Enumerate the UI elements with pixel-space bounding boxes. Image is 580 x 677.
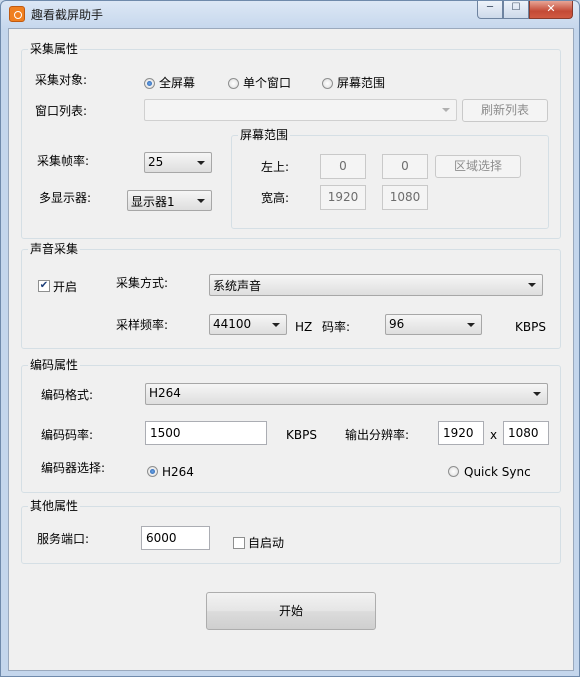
window-list-label: 窗口列表: — [35, 104, 88, 118]
chevron-down-icon — [467, 323, 475, 327]
range-y-field[interactable]: 0 — [382, 154, 428, 179]
autostart-label[interactable]: 自启动 — [248, 535, 284, 551]
output-width-input[interactable]: 1920 — [438, 421, 484, 445]
encode-bitrate-value: 1500 — [150, 426, 181, 440]
range-width-value: 1920 — [327, 190, 359, 204]
app-window: 趣看截屏助手 ─ ☐ ✕ 采集属性 采集对象: 全屏幕 单个窗口 屏幕范围 窗口… — [0, 0, 580, 677]
audio-bitrate-label: 码率: — [322, 320, 351, 334]
chevron-down-icon — [533, 392, 541, 396]
audio-bitrate-select[interactable]: 96 — [385, 314, 482, 335]
fps-label: 采集帧率: — [37, 154, 90, 168]
range-x-field[interactable]: 0 — [320, 154, 366, 179]
capture-target-label: 采集对象: — [35, 73, 88, 87]
encode-group-title: 编码属性 — [28, 358, 81, 372]
radio-encoder-h264-label[interactable]: H264 — [162, 464, 194, 480]
other-group: 其他属性 — [21, 499, 561, 564]
close-icon: ✕ — [546, 2, 556, 15]
region-select-button-label: 区域选择 — [453, 159, 502, 173]
radio-encoder-quicksync[interactable] — [448, 466, 459, 477]
size-label: 宽高: — [261, 191, 290, 205]
sample-rate-label: 采样频率: — [116, 318, 169, 332]
screen-range-group-title: 屏幕范围 — [238, 128, 291, 142]
output-height-input[interactable]: 1080 — [503, 421, 549, 445]
range-width-field[interactable]: 1920 — [320, 185, 366, 210]
encode-bitrate-unit: KBPS — [286, 428, 317, 442]
encode-bitrate-input[interactable]: 1500 — [145, 421, 267, 445]
service-port-value: 6000 — [146, 531, 177, 545]
chevron-down-icon — [442, 108, 450, 112]
sample-rate-unit: HZ — [295, 320, 313, 334]
autostart-checkbox[interactable] — [233, 537, 245, 549]
minimize-button[interactable]: ─ — [477, 1, 503, 19]
encoder-label: 编码器选择: — [41, 461, 106, 475]
audio-mode-value: 系统声音 — [213, 279, 262, 293]
app-icon — [9, 6, 25, 22]
title-bar[interactable]: 趣看截屏助手 ─ ☐ ✕ — [1, 1, 579, 27]
start-button[interactable]: 开始 — [206, 592, 376, 630]
output-height-value: 1080 — [508, 426, 539, 440]
audio-mode-label: 采集方式: — [116, 276, 169, 290]
sample-rate-value: 44100 — [213, 317, 252, 331]
range-height-field[interactable]: 1080 — [382, 185, 428, 210]
close-button[interactable]: ✕ — [529, 1, 573, 19]
maximize-button[interactable]: ☐ — [503, 1, 529, 19]
radio-single-window[interactable] — [228, 78, 239, 89]
chevron-down-icon — [528, 283, 536, 287]
fps-select[interactable]: 25 — [144, 152, 212, 173]
other-group-title: 其他属性 — [28, 499, 81, 513]
monitor-value: 显示器1 — [131, 195, 175, 209]
range-height-value: 1080 — [389, 190, 421, 204]
audio-bitrate-unit: KBPS — [515, 320, 546, 334]
screen-range-group: 屏幕范围 — [231, 128, 549, 229]
service-port-label: 服务端口: — [37, 532, 90, 546]
resolution-separator: x — [490, 428, 498, 442]
audio-enable-label[interactable]: 开启 — [53, 279, 77, 295]
refresh-list-button-label: 刷新列表 — [480, 103, 529, 117]
maximize-icon: ☐ — [511, 2, 521, 13]
monitor-label: 多显示器: — [39, 191, 92, 205]
encode-format-select[interactable]: H264 — [145, 383, 548, 405]
chevron-down-icon — [197, 161, 205, 165]
client-area: 采集属性 采集对象: 全屏幕 单个窗口 屏幕范围 窗口列表: 刷新列表 采集帧率… — [8, 28, 574, 671]
radio-screen-range[interactable] — [322, 78, 333, 89]
output-resolution-label: 输出分辨率: — [345, 428, 410, 442]
encode-format-value: H264 — [149, 386, 181, 400]
region-select-button[interactable]: 区域选择 — [435, 155, 521, 178]
radio-encoder-quicksync-label[interactable]: Quick Sync — [464, 464, 531, 480]
radio-encoder-h264[interactable] — [147, 466, 158, 477]
capture-group-title: 采集属性 — [28, 42, 81, 56]
audio-bitrate-value: 96 — [389, 317, 405, 331]
chevron-down-icon — [272, 323, 280, 327]
range-y-value: 0 — [401, 159, 409, 173]
chevron-down-icon — [197, 199, 205, 203]
radio-fullscreen[interactable] — [144, 78, 155, 89]
audio-mode-select[interactable]: 系统声音 — [209, 274, 543, 296]
radio-fullscreen-label[interactable]: 全屏幕 — [159, 75, 195, 91]
audio-enable-checkbox[interactable]: ✔ — [38, 280, 50, 292]
encode-format-label: 编码格式: — [41, 388, 94, 402]
service-port-input[interactable]: 6000 — [141, 526, 210, 550]
range-x-value: 0 — [339, 159, 347, 173]
refresh-list-button[interactable]: 刷新列表 — [462, 99, 548, 122]
encode-bitrate-label: 编码码率: — [41, 428, 94, 442]
fps-value: 25 — [148, 155, 164, 169]
radio-single-window-label[interactable]: 单个窗口 — [243, 75, 291, 91]
start-button-label: 开始 — [278, 604, 303, 618]
top-left-label: 左上: — [261, 160, 290, 174]
window-list-select[interactable] — [144, 99, 457, 121]
output-width-value: 1920 — [443, 426, 474, 440]
window-title: 趣看截屏助手 — [31, 8, 104, 22]
radio-screen-range-label[interactable]: 屏幕范围 — [337, 75, 385, 91]
monitor-select[interactable]: 显示器1 — [127, 190, 212, 211]
sample-rate-select[interactable]: 44100 — [209, 314, 287, 335]
minimize-icon: ─ — [486, 2, 494, 13]
audio-group-title: 声音采集 — [28, 242, 81, 256]
